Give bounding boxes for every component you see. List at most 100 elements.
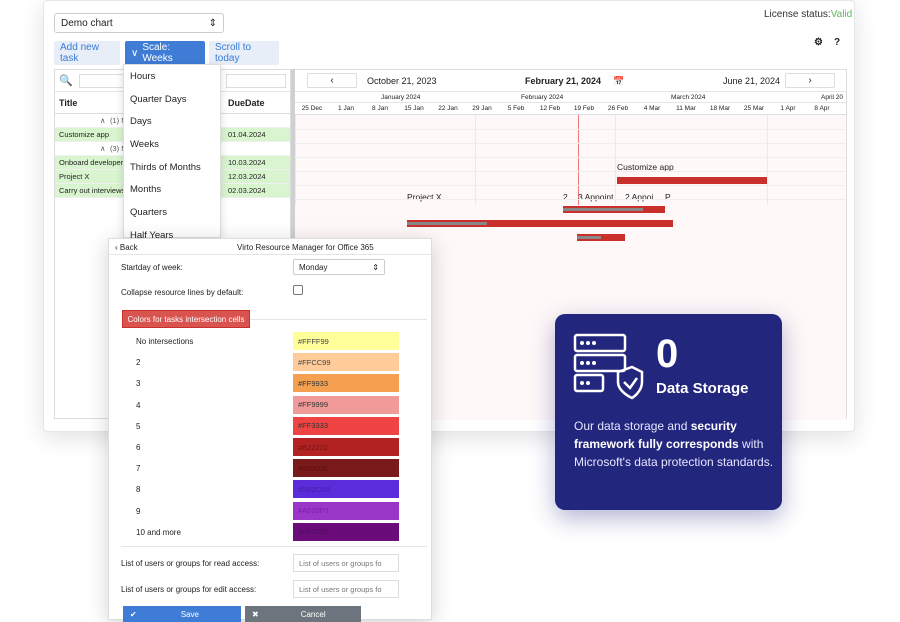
week-label: 15 Jan [404,105,424,112]
bar-progress [577,236,601,239]
chart-select[interactable]: Demo chart ⇕ [54,13,224,33]
color-row-label: 5 [136,421,141,431]
month-label: January 2024 [381,94,421,101]
collapse-label: Collapse resource lines by default: [121,288,244,297]
col-duedate[interactable]: DueDate [228,98,265,108]
grid-line [295,129,846,130]
chevron-down-icon: ∨ [131,47,139,59]
scale-option[interactable]: Hours [124,65,220,88]
week-label: 4 Mar [643,105,661,112]
color-input[interactable]: #800000 [293,459,399,478]
settings-dialog: ‹ Back Virto Resource Manager for Office… [108,238,432,622]
color-input[interactable]: #FF9999 [293,395,399,414]
bar-label-ellipsis: 2... [563,192,575,202]
scale-option[interactable]: Weeks [124,133,220,156]
scale-option[interactable]: Quarters [124,201,220,224]
collapse-icon[interactable]: ∧ [100,144,106,153]
back-label: Back [119,243,138,252]
edit-access-input[interactable]: List of users or groups fo [293,580,399,598]
next-date: June 21, 2024 [723,76,781,86]
scale-option[interactable]: Days [124,110,220,133]
next-arrow-icon[interactable]: › [785,73,835,88]
scale-option[interactable]: Months [124,178,220,201]
color-input[interactable]: #FF3333 [293,416,399,435]
save-label: Save [180,609,199,619]
start-day-label: Startday of week: [121,263,183,272]
bar-carry-out-interviews[interactable] [577,234,625,241]
color-row-label: No intersections [136,337,194,346]
prev-arrow-icon[interactable]: ‹ [307,73,357,88]
chevron-updown-icon: ⇕ [208,17,217,29]
color-input[interactable]: #B22222 [293,438,399,456]
week-label: 5 Feb [507,105,525,112]
search-input[interactable] [78,73,124,88]
data-storage-card: 0 Data Storage Our data storage and secu… [555,314,782,510]
add-new-task-button[interactable]: Add new task [54,41,120,65]
week-label: 29 Jan [472,105,492,112]
task-title: Onboard developer [59,158,124,167]
grid-line [295,199,846,200]
collapse-checkbox[interactable] [293,285,303,295]
edit-access-label: List of users or groups for edit access: [121,585,257,594]
current-date: February 21, 2024 [525,76,602,86]
bar-progress [407,222,487,225]
calendar-icon[interactable]: 📅 [613,76,624,87]
week-label: 18 Mar [709,105,731,112]
divider [250,319,427,320]
color-input[interactable]: #FF9933 [293,374,399,393]
dialog-header: ‹ Back Virto Resource Manager for Office… [109,239,431,255]
promo-title: Data Storage [656,380,749,397]
color-row-label: 9 [136,506,141,516]
due-filter-input[interactable] [226,73,286,88]
task-title: Carry out interviews [59,186,126,195]
back-button[interactable]: ‹ Back [115,243,138,252]
start-day-select[interactable]: Monday ⇕ [293,259,385,275]
week-label: 25 Mar [743,105,765,112]
week-label: 19 Feb [573,105,595,112]
bar-label-projectx: Project X [407,192,442,202]
dialog-title: Virto Resource Manager for Office 365 [237,243,374,252]
color-row-label: 3 [136,379,141,389]
col-title[interactable]: Title [59,98,77,108]
color-input[interactable]: #FFFF99 [293,332,399,350]
color-input[interactable]: #6E0080 [293,522,399,541]
bar-onboard-developer[interactable] [563,206,665,213]
task-duedate: 10.03.2024 [228,158,266,167]
week-label: 25 Dec [301,105,323,112]
color-row-label: 8 [136,485,141,495]
server-shield-icon [573,333,644,400]
grid-line [295,157,846,158]
gear-icon[interactable]: ⚙ [814,37,823,48]
read-access-label: List of users or groups for read access: [121,559,260,568]
task-duedate: 12.03.2024 [228,172,266,181]
scroll-to-today-button[interactable]: Scroll to today [209,41,279,65]
week-label: 22 Jan [438,105,458,112]
bar-progress [563,208,643,211]
color-row-label: 6 [136,443,141,452]
week-label: 8 Jan [372,105,388,112]
color-input[interactable]: #A020F0 [293,501,399,520]
scale-option[interactable]: Thirds of Months [124,156,220,179]
help-icon[interactable]: ? [834,37,840,48]
read-access-input[interactable]: List of users or groups fo [293,554,399,572]
colors-button[interactable]: Colors for tasks intersection cells [122,310,250,328]
collapse-icon[interactable]: ∧ [100,116,106,125]
bar-project-x[interactable] [407,220,673,227]
divider [121,546,427,547]
bar-customize-app[interactable] [617,177,767,184]
close-icon: ✖ [252,609,259,619]
check-icon: ✔ [130,609,137,619]
chart-select-value: Demo chart [61,17,113,29]
start-day-value: Monday [299,262,328,272]
prev-date: October 21, 2023 [367,76,437,86]
scale-button[interactable]: ∨ Scale: Weeks [125,41,205,65]
week-label: 26 Feb [607,105,629,112]
color-input[interactable]: #5B2CD9 [293,480,399,499]
color-input[interactable]: #FFCC99 [293,353,399,372]
week-label: 1 Jan [338,105,354,112]
month-header: January 2024 February 2024 March 2024 April… [295,92,846,103]
scale-option[interactable]: Quarter Days [124,88,220,111]
month-label: April 20 [821,94,844,101]
search-icon[interactable]: 🔍 [59,74,73,87]
license-value: Valid [830,9,853,20]
